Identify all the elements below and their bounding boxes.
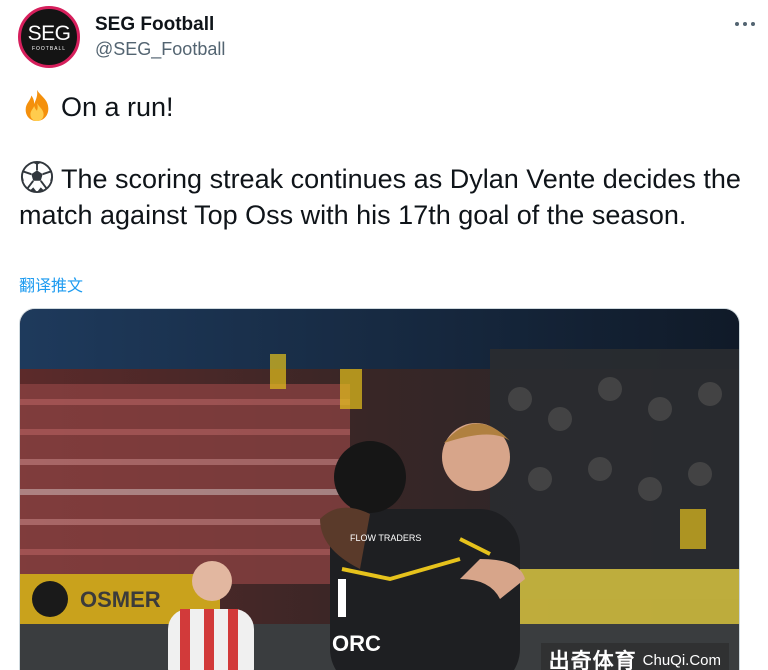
- more-options-icon[interactable]: [732, 18, 758, 30]
- watermark-cn-text: 出奇体育: [548, 650, 637, 670]
- tweet-header: SEG FOOTBALL SEG Football @SEG_Football: [18, 6, 758, 68]
- soccer-ball-emoji-icon: [20, 160, 54, 194]
- tweet-media-photo[interactable]: OSMER FLOW TRADERS ORC 出奇体育 ChuQi.Com: [19, 308, 740, 670]
- translate-tweet-link[interactable]: 翻译推文: [19, 272, 83, 296]
- goal-celebration-photo: OSMER FLOW TRADERS ORC: [20, 309, 739, 670]
- avatar[interactable]: SEG FOOTBALL: [18, 6, 80, 68]
- avatar-logo-subtext: FOOTBALL: [31, 45, 67, 52]
- author-display-name[interactable]: SEG Football: [95, 14, 214, 36]
- tweet-paragraph-2-text: The scoring streak continues as Dylan Ve…: [19, 164, 741, 230]
- watermark-en-text: ChuQi.Com: [642, 651, 721, 669]
- jersey-text: FLOW TRADERS: [350, 533, 421, 543]
- tweet-line-1: On a run!: [19, 88, 749, 125]
- author-handle[interactable]: @SEG_Football: [95, 39, 225, 60]
- avatar-logo-text: SEG: [27, 21, 71, 45]
- fire-emoji-icon: [25, 89, 49, 122]
- tweet-paragraph-2: The scoring streak continues as Dylan Ve…: [19, 160, 749, 233]
- tweet-line-1-text: On a run!: [61, 92, 174, 122]
- board-text: OSMER: [80, 587, 161, 612]
- jersey-sponsor: ORC: [332, 631, 381, 656]
- watermark: 出奇体育 ChuQi.Com: [540, 643, 729, 670]
